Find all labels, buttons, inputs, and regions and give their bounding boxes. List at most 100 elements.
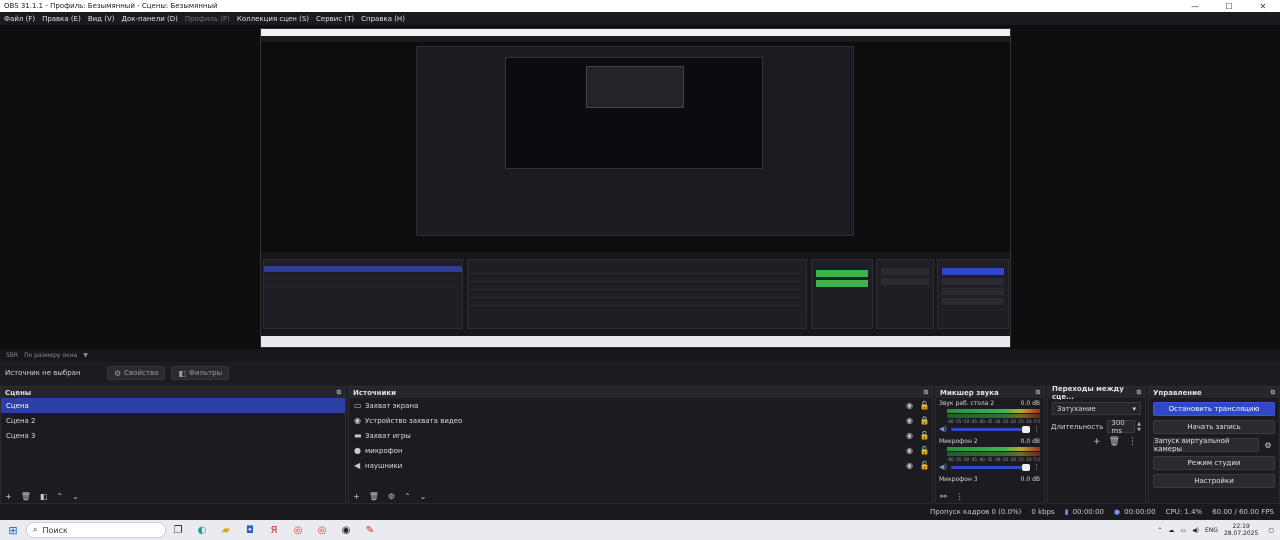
undock-icon[interactable]: ⧉ (1137, 389, 1141, 397)
taskbar-search[interactable]: ⌕ Поиск (26, 522, 166, 538)
minimize-button[interactable]: — (1178, 2, 1212, 11)
scene-item[interactable]: Сцена 3 (1, 428, 345, 443)
preview-area[interactable] (0, 25, 1280, 349)
app-icon[interactable]: ✎ (358, 525, 382, 536)
menu-tools[interactable]: Сервис (T) (316, 15, 354, 23)
chevron-up-icon[interactable]: ⌃ (1157, 527, 1162, 534)
add-icon[interactable]: + (5, 492, 12, 501)
stream-icon: ▮ (1064, 508, 1069, 516)
scene-item[interactable]: Сцена (1, 398, 345, 413)
menu-view[interactable]: Вид (V) (88, 15, 115, 23)
yandex-icon[interactable]: Я (262, 525, 286, 536)
undock-icon[interactable]: ⧉ (1036, 389, 1040, 397)
more-icon[interactable]: ⋮ (956, 492, 964, 501)
slider-handle[interactable] (1022, 425, 1030, 433)
lock-icon[interactable]: 🔓 (917, 446, 932, 455)
undock-icon[interactable]: ⧉ (1271, 389, 1275, 397)
slider-handle[interactable] (1022, 463, 1030, 471)
add-icon[interactable]: + (1093, 437, 1101, 447)
move-down-icon[interactable]: ⌄ (72, 492, 79, 501)
duration-stepper[interactable]: ▲ ▼ (1137, 421, 1141, 433)
task-view-icon[interactable]: ❐ (166, 525, 190, 536)
source-item[interactable]: ▬ Захват игры ◉ 🔓 (349, 428, 932, 443)
volume-slider[interactable]: ◀) ⋮ (939, 425, 1040, 433)
trash-icon[interactable]: 🗑 (1109, 437, 1120, 447)
scale-label[interactable]: SBR (6, 352, 18, 359)
filter-icon[interactable]: ◧ (40, 492, 48, 501)
speaker-icon[interactable]: ◀) (939, 425, 951, 433)
transition-select[interactable]: Затухание ▾ (1052, 402, 1141, 415)
source-item[interactable]: ◀ наушники ◉ 🔓 (349, 458, 932, 473)
duration-input[interactable]: 300 ms (1107, 419, 1136, 435)
windows-start-icon[interactable]: ⊞ (0, 524, 26, 537)
chrome-icon[interactable]: ◎ (286, 525, 310, 536)
notification-icon[interactable]: ▢ (1268, 527, 1274, 534)
eye-icon[interactable]: ◉ (902, 401, 917, 410)
outlook-icon[interactable]: ◘ (238, 525, 262, 536)
speaker-icon[interactable]: ◀) (939, 463, 951, 471)
gear-icon[interactable]: ⚙ (388, 492, 395, 501)
transition-actions: + 🗑 ⋮ (1048, 437, 1145, 447)
scene-item[interactable]: Сцена 2 (1, 413, 345, 428)
virtual-cam-row: Запуск виртуальной камеры ⚙ (1153, 437, 1275, 453)
eye-icon[interactable]: ◉ (902, 416, 917, 425)
lock-icon[interactable]: 🔓 (917, 431, 932, 440)
studio-mode-button[interactable]: Режим студии (1153, 456, 1275, 470)
start-record-button[interactable]: Начать запись (1153, 420, 1275, 434)
folder-icon[interactable]: ▰ (214, 525, 238, 536)
eye-icon[interactable]: ◉ (902, 461, 917, 470)
language-indicator[interactable]: ENG (1205, 527, 1218, 534)
lock-icon[interactable]: 🔓 (917, 401, 932, 410)
source-item[interactable]: ▭ Захват экрана ◉ 🔓 (349, 398, 932, 413)
trash-icon[interactable]: 🗑 (21, 492, 31, 501)
menu-scene-collection[interactable]: Коллекция сцен (S) (237, 15, 309, 23)
settings-button[interactable]: Настройки (1153, 474, 1275, 488)
source-item[interactable]: ◉ Устройство захвата видео ◉ 🔒 (349, 413, 932, 428)
gear-icon[interactable]: ⚙ (1261, 441, 1275, 450)
eye-icon[interactable]: ◉ (902, 431, 917, 440)
system-tray: ⌃ ☁ ▭ ◀) ENG 22:19 28.07.2025 ▢ (1157, 523, 1280, 537)
mixer-channel: Микрофон 3 0.0 dB (936, 474, 1044, 486)
move-up-icon[interactable]: ⌃ (404, 492, 411, 501)
lock-icon[interactable]: 🔓 (917, 461, 932, 470)
menu-file[interactable]: Файл (F) (4, 15, 35, 23)
preview-canvas[interactable] (260, 28, 1011, 348)
lock-icon[interactable]: 🔒 (917, 416, 932, 425)
stop-stream-button[interactable]: Остановить трансляцию (1153, 402, 1275, 416)
volume-icon[interactable]: ◀) (1192, 527, 1199, 534)
cloud-icon[interactable]: ☁ (1168, 527, 1174, 534)
view-mode-label[interactable]: По размеру окна (24, 352, 77, 359)
properties-button[interactable]: ⚙ Свойства (107, 366, 166, 380)
filter-icon: ◧ (178, 368, 186, 378)
virtual-camera-button[interactable]: Запуск виртуальной камеры (1153, 437, 1259, 453)
clock[interactable]: 22:19 28.07.2025 (1224, 523, 1258, 537)
preview-nested-window (416, 46, 854, 236)
search-icon: ⌕ (33, 525, 38, 534)
edge-icon[interactable]: ◐ (190, 525, 214, 536)
mixer-channel: Звук раб. стола 2 0.0 dB -60 -55 -50 -45… (936, 398, 1044, 436)
move-down-icon[interactable]: ⌄ (420, 492, 427, 501)
more-icon[interactable]: ⋮ (1128, 437, 1137, 447)
undock-icon[interactable]: ⧉ (337, 389, 341, 397)
preview-nested-window-2 (505, 57, 763, 169)
volume-slider[interactable]: ◀) ⋮ (939, 463, 1040, 471)
add-icon[interactable]: + (353, 492, 360, 501)
undock-icon[interactable]: ⧉ (924, 389, 928, 397)
transitions-dock-header: Переходы между сце... ⧉ (1048, 385, 1145, 401)
scenes-dock-title: Сцены (5, 388, 32, 397)
chrome-alt-icon[interactable]: ◎ (310, 525, 334, 536)
source-item[interactable]: ● микрофон ◉ 🔓 (349, 443, 932, 458)
maximize-button[interactable]: ☐ (1212, 2, 1246, 11)
eye-icon[interactable]: ◉ (902, 446, 917, 455)
network-icon[interactable]: ▭ (1180, 527, 1186, 534)
link-icon[interactable]: ⚯ (940, 492, 947, 501)
filters-button[interactable]: ◧ Фильтры (171, 366, 230, 380)
menu-help[interactable]: Справка (H) (361, 15, 405, 23)
menu-docks[interactable]: Док-панели (D) (121, 15, 177, 23)
trash-icon[interactable]: 🗑 (369, 492, 379, 501)
close-button[interactable]: ✕ (1246, 2, 1280, 11)
obs-icon[interactable]: ◉ (334, 525, 358, 536)
move-up-icon[interactable]: ⌃ (56, 492, 63, 501)
chevron-down-icon[interactable]: ▼ (83, 352, 88, 359)
menu-edit[interactable]: Правка (E) (42, 15, 81, 23)
